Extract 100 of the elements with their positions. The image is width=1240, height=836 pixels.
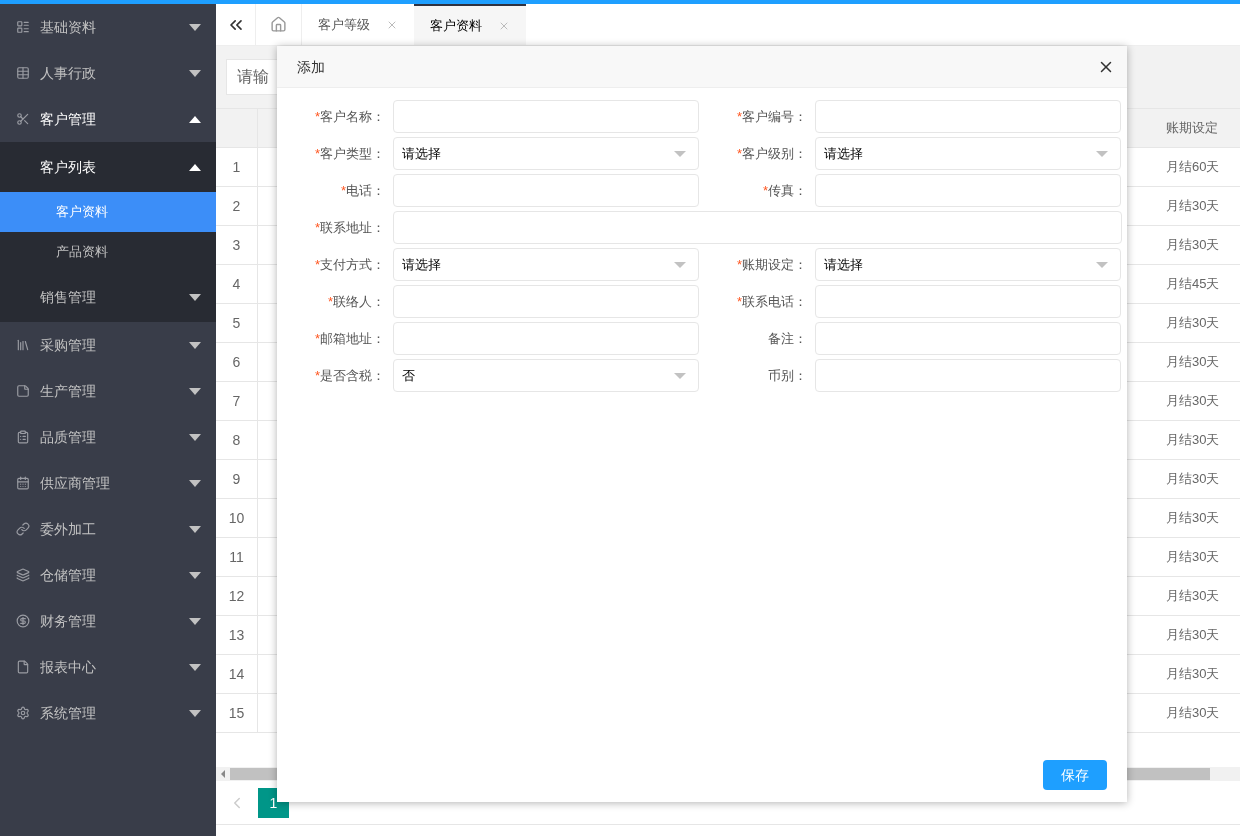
table-cell-text: 月结30天 xyxy=(1166,548,1221,567)
sidebar-item[interactable]: 人事行政 xyxy=(0,50,216,96)
sidebar-item[interactable]: 客户管理 xyxy=(0,96,216,142)
row-number: 5 xyxy=(216,304,258,342)
table-cell-text: 月结30天 xyxy=(1166,236,1221,255)
submenu-item[interactable]: 销售管理 xyxy=(0,272,216,322)
caret-down-icon xyxy=(189,571,201,579)
field-label: *是否含税： xyxy=(313,366,386,385)
caret-down-icon xyxy=(189,617,201,625)
select-field[interactable]: 请选择 xyxy=(393,248,699,281)
sidebar-item[interactable]: 生产管理 xyxy=(0,368,216,414)
field-label: *客户编号： xyxy=(735,107,808,126)
caret-down-icon xyxy=(1096,150,1108,157)
select-field[interactable]: 请选择 xyxy=(393,137,699,170)
books-icon xyxy=(16,338,30,352)
row-number: 9 xyxy=(216,460,258,498)
sidebar-item[interactable]: 供应商管理 xyxy=(0,460,216,506)
sidebar-item[interactable]: 仓储管理 xyxy=(0,552,216,598)
sidebar-item[interactable]: 系统管理 xyxy=(0,690,216,736)
select-field[interactable]: 请选择 xyxy=(815,248,1121,281)
layers-icon xyxy=(16,568,30,582)
select-field[interactable]: 请选择 xyxy=(815,137,1121,170)
home-icon xyxy=(270,16,287,33)
calendar-icon xyxy=(16,476,30,490)
row-number: 7 xyxy=(216,382,258,420)
column-header: 账期设定 xyxy=(1166,119,1219,138)
scissors-icon xyxy=(16,112,30,126)
table-cell-text: 月结30天 xyxy=(1166,314,1221,333)
table-cell-text: 月结30天 xyxy=(1166,704,1221,723)
field-label: *联络人： xyxy=(326,292,386,311)
row-number: 10 xyxy=(216,499,258,537)
sidebar-item[interactable]: 基础资料 xyxy=(0,4,216,50)
caret-down-icon xyxy=(674,261,686,268)
table-cell-text: 月结30天 xyxy=(1166,587,1221,606)
input-field[interactable] xyxy=(815,322,1121,355)
submenu-item[interactable]: 客户资料 xyxy=(0,192,216,232)
sidebar-item[interactable]: 委外加工 xyxy=(0,506,216,552)
row-number: 13 xyxy=(216,616,258,654)
table-cell-text: 月结30天 xyxy=(1166,626,1221,645)
clipboard-icon xyxy=(16,430,30,444)
select-field[interactable]: 否 xyxy=(393,359,699,392)
input-field[interactable] xyxy=(393,322,699,355)
row-number: 6 xyxy=(216,343,258,381)
sidebar-item[interactable]: 采购管理 xyxy=(0,322,216,368)
row-number: 14 xyxy=(216,655,258,693)
tab[interactable]: 客户等级 xyxy=(302,4,414,45)
field-label: *联系电话： xyxy=(735,292,808,311)
sidebar-item[interactable]: 品质管理 xyxy=(0,414,216,460)
row-number: 8 xyxy=(216,421,258,459)
input-field[interactable] xyxy=(393,211,1122,244)
table-cell-text: 月结30天 xyxy=(1166,392,1221,411)
table-cell-text: 月结30天 xyxy=(1166,665,1221,684)
caret-down-icon xyxy=(189,709,201,717)
caret-down-icon xyxy=(189,663,201,671)
caret-down-icon xyxy=(189,387,201,395)
submenu-item[interactable]: 客户列表 xyxy=(0,142,216,192)
caret-down-icon xyxy=(189,293,201,301)
table-cell-text: 月结60天 xyxy=(1166,158,1221,177)
caret-down-icon xyxy=(189,479,201,487)
row-number: 3 xyxy=(216,226,258,264)
input-field[interactable] xyxy=(393,100,699,133)
row-number: 4 xyxy=(216,265,258,303)
field-label: *传真： xyxy=(761,181,808,200)
field-label: *客户类型： xyxy=(313,144,386,163)
settings-icon xyxy=(16,706,30,720)
input-field[interactable] xyxy=(815,100,1121,133)
input-field[interactable] xyxy=(393,285,699,318)
row-number: 15 xyxy=(216,694,258,732)
row-number: 2 xyxy=(216,187,258,225)
sidebar-item[interactable]: 财务管理 xyxy=(0,598,216,644)
caret-down-icon xyxy=(189,433,201,441)
caret-down-icon xyxy=(189,341,201,349)
row-number: 12 xyxy=(216,577,258,615)
list-icon xyxy=(16,20,30,34)
field-label: *客户名称： xyxy=(313,107,386,126)
input-field[interactable] xyxy=(815,359,1121,392)
caret-down-icon xyxy=(674,150,686,157)
note-icon xyxy=(16,384,30,398)
row-number: 11 xyxy=(216,538,258,576)
table-cell-text: 月结30天 xyxy=(1166,197,1221,216)
table-cell-text: 月结30天 xyxy=(1166,509,1221,528)
field-label: *客户级别： xyxy=(735,144,808,163)
input-field[interactable] xyxy=(393,174,699,207)
table-cell-text: 月结30天 xyxy=(1166,353,1221,372)
field-label: 备注： xyxy=(767,329,808,348)
dialog-title: 添加 xyxy=(297,57,326,77)
field-label: 币别： xyxy=(767,366,808,385)
field-label: *邮箱地址： xyxy=(313,329,386,348)
input-field[interactable] xyxy=(815,174,1121,207)
sidebar-item[interactable]: 报表中心 xyxy=(0,644,216,690)
table-cell-text: 月结30天 xyxy=(1166,470,1221,489)
tab[interactable]: 客户资料 xyxy=(414,4,526,45)
field-label: *支付方式： xyxy=(313,255,386,274)
row-number: 1 xyxy=(216,148,258,186)
input-field[interactable] xyxy=(815,285,1121,318)
submenu-item[interactable]: 产品资料 xyxy=(0,232,216,272)
table-cell-text: 月结45天 xyxy=(1166,275,1221,294)
caret-up-icon xyxy=(189,163,201,171)
field-label: *账期设定： xyxy=(735,255,808,274)
table-icon xyxy=(16,66,30,80)
